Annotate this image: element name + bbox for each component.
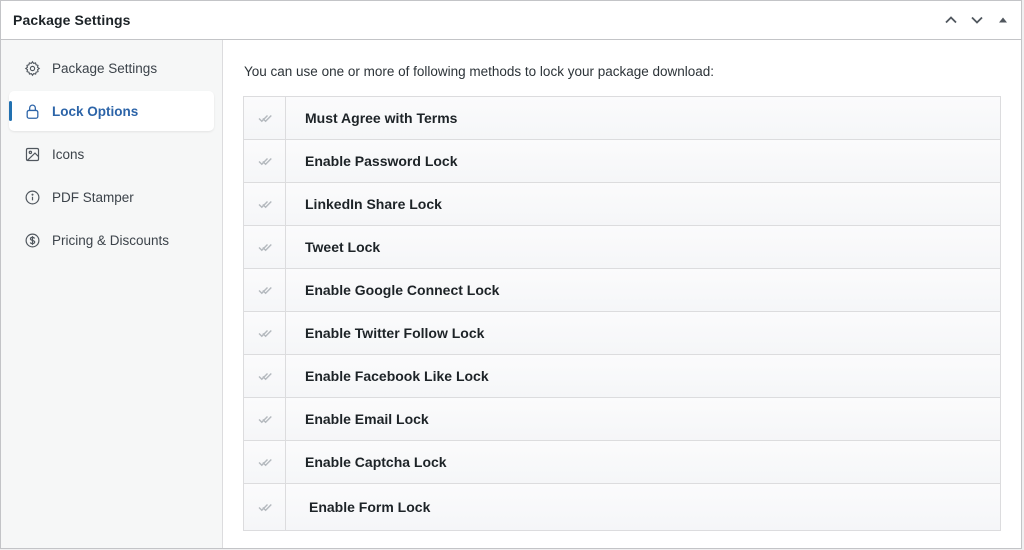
lock-option-row: Enable Twitter Follow Lock <box>244 312 1000 355</box>
toggle-panel-icon[interactable] <box>993 10 1013 30</box>
settings-sidebar: Package Settings Lock Options Icons PDF … <box>1 40 223 548</box>
lock-option-label: Enable Email Lock <box>305 411 429 427</box>
double-check-icon[interactable] <box>244 140 286 182</box>
lock-options-list: Must Agree with Terms Enable Password Lo… <box>243 96 1001 531</box>
lock-option-row: Enable Facebook Like Lock <box>244 355 1000 398</box>
image-icon <box>23 145 41 163</box>
lock-option-label: Enable Password Lock <box>305 153 458 169</box>
lock-option-row: Enable Google Connect Lock <box>244 269 1000 312</box>
double-check-icon[interactable] <box>244 441 286 483</box>
sidebar-item-icons[interactable]: Icons <box>9 134 214 174</box>
sidebar-item-pricing-discounts[interactable]: Pricing & Discounts <box>9 220 214 260</box>
double-check-icon[interactable] <box>244 355 286 397</box>
lock-option-label: Must Agree with Terms <box>305 110 458 126</box>
sidebar-item-lock-options[interactable]: Lock Options <box>9 91 214 131</box>
lock-option-label: LinkedIn Share Lock <box>305 196 442 212</box>
lock-option-row: LinkedIn Share Lock <box>244 183 1000 226</box>
lock-option-label: Enable Google Connect Lock <box>305 282 500 298</box>
lock-option-label: Enable Form Lock <box>309 499 431 515</box>
sidebar-item-pdf-stamper[interactable]: PDF Stamper <box>9 177 214 217</box>
dollar-circle-icon <box>23 231 41 249</box>
move-down-icon[interactable] <box>967 10 987 30</box>
double-check-icon[interactable] <box>244 183 286 225</box>
lock-option-row: Enable Form Lock <box>244 484 1000 531</box>
panel-title: Package Settings <box>13 12 131 28</box>
lock-option-label: Tweet Lock <box>305 239 381 255</box>
move-up-icon[interactable] <box>941 10 961 30</box>
panel-header: Package Settings <box>1 1 1021 40</box>
lock-option-row: Enable Password Lock <box>244 140 1000 183</box>
package-settings-panel: Package Settings Package Settings Lock O… <box>0 0 1022 549</box>
lock-options-content: You can use one or more of following met… <box>223 40 1021 548</box>
double-check-icon[interactable] <box>244 226 286 268</box>
lock-option-label: Enable Facebook Like Lock <box>305 368 489 384</box>
double-check-icon[interactable] <box>244 97 286 139</box>
sidebar-item-label: Pricing & Discounts <box>52 232 170 248</box>
double-check-icon[interactable] <box>244 269 286 311</box>
double-check-icon[interactable] <box>244 484 286 530</box>
header-controls <box>941 10 1013 30</box>
sidebar-item-label: PDF Stamper <box>52 189 134 205</box>
lock-option-label: Enable Captcha Lock <box>305 454 447 470</box>
info-icon <box>23 188 41 206</box>
lock-option-row: Must Agree with Terms <box>244 97 1000 140</box>
sidebar-item-label: Icons <box>52 146 85 162</box>
lock-option-label: Enable Twitter Follow Lock <box>305 325 485 341</box>
intro-text: You can use one or more of following met… <box>244 64 715 79</box>
sidebar-item-label: Package Settings <box>52 60 158 76</box>
lock-icon <box>23 102 41 120</box>
double-check-icon[interactable] <box>244 312 286 354</box>
gear-icon <box>23 59 41 77</box>
lock-option-row: Enable Email Lock <box>244 398 1000 441</box>
lock-option-row: Enable Captcha Lock <box>244 441 1000 484</box>
double-check-icon[interactable] <box>244 398 286 440</box>
lock-option-row: Tweet Lock <box>244 226 1000 269</box>
sidebar-item-package-settings[interactable]: Package Settings <box>9 48 214 88</box>
sidebar-item-label: Lock Options <box>52 103 139 119</box>
